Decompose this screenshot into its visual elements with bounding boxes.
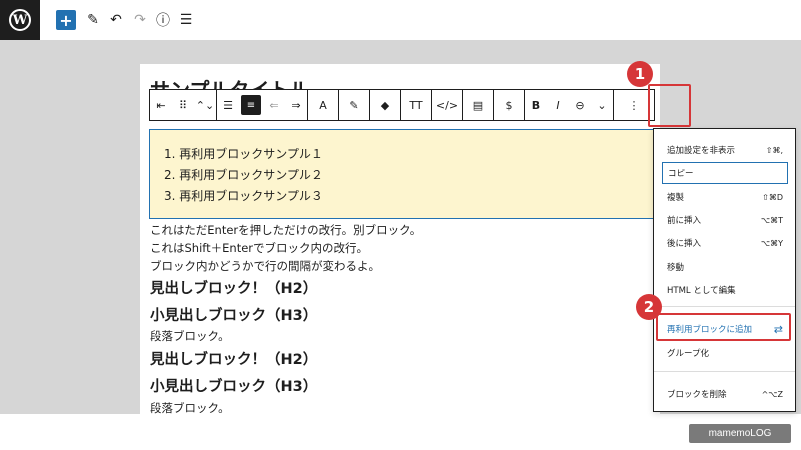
block-toolbar-group-list: ☰ ≡ ⇐ ⇒ bbox=[217, 90, 308, 120]
menu-item-edit-html[interactable]: HTML として編集 bbox=[662, 280, 788, 300]
dollar-icon[interactable]: $ bbox=[494, 90, 524, 120]
block-toolbar-group-code: </> bbox=[432, 90, 463, 120]
link-icon[interactable]: ⊖ bbox=[569, 90, 591, 120]
menu-item-label: グループ化 bbox=[667, 349, 709, 359]
wordpress-logo-mark: W bbox=[9, 9, 31, 31]
unordered-list-icon[interactable]: ☰ bbox=[217, 90, 239, 120]
menu-item-label: 移動 bbox=[667, 263, 685, 273]
menu-item-label: ブロックを削除 bbox=[667, 390, 727, 400]
menu-item-shortcut: ⇧⌘, bbox=[765, 145, 783, 155]
undo-icon[interactable]: ↶ bbox=[108, 9, 124, 31]
menu-divider bbox=[654, 371, 795, 372]
outdent-list-icon[interactable]: ⇐ bbox=[263, 90, 285, 120]
menu-item-shortcut: ⌥⌘Y bbox=[760, 238, 783, 248]
menu-item-label: 追加設定を非表示 bbox=[667, 146, 736, 156]
drag-handle-icon[interactable]: ⠿ bbox=[172, 90, 194, 120]
options-highlight bbox=[648, 84, 691, 127]
menu-item-move[interactable]: 移動 bbox=[662, 257, 788, 277]
more-options-icon[interactable]: ⋮ bbox=[623, 90, 645, 120]
menu-item-insert-before[interactable]: 前に挿入 ⌥⌘T bbox=[662, 210, 788, 230]
block-toolbar-group-doc: ▤ bbox=[463, 90, 494, 120]
text-size-icon[interactable]: TT bbox=[401, 90, 431, 120]
watermark: mamemoLOG bbox=[689, 424, 791, 443]
menu-item-shortcut: ^⌥Z bbox=[761, 389, 783, 399]
menu-item-duplicate[interactable]: 複製 ⇧⌘D bbox=[662, 187, 788, 207]
bold-icon[interactable]: B bbox=[525, 90, 547, 120]
tag-icon[interactable]: ◆ bbox=[370, 90, 400, 120]
top-toolbar: W + ✎ ↶ ↷ ⓘ ☰ bbox=[0, 0, 801, 40]
marker-icon[interactable]: ✎ bbox=[339, 90, 369, 120]
step-badge-1: 1 bbox=[627, 61, 653, 87]
menu-item-delete-block[interactable]: ブロックを削除 ^⌥Z bbox=[662, 384, 788, 404]
menu-item-label: HTML として編集 bbox=[667, 286, 736, 296]
list-item[interactable]: 1. 再利用ブロックサンプル１ bbox=[164, 144, 654, 165]
info-icon[interactable]: ⓘ bbox=[155, 9, 171, 31]
paragraph-line[interactable]: これはただEnterを押しただけの改行。別ブロック。 bbox=[150, 222, 421, 238]
heading-h3[interactable]: 小見出しブロック（H3） bbox=[150, 375, 317, 396]
menu-divider bbox=[654, 306, 795, 307]
menu-item-group[interactable]: グループ化 bbox=[662, 343, 788, 363]
font-size-icon[interactable]: A bbox=[308, 90, 338, 120]
block-options-menu: 追加設定を非表示 ⇧⌘, コピー 複製 ⇧⌘D 前に挿入 ⌥⌘T 後に挿入 ⌥⌘… bbox=[653, 128, 796, 412]
edit-icon[interactable]: ✎ bbox=[86, 9, 100, 31]
block-toolbar-group-dollar: $ bbox=[494, 90, 525, 120]
paragraph-line[interactable]: ブロック内かどうかで行の間隔が変わるよ。 bbox=[150, 258, 380, 274]
block-toolbar-group-tag: ◆ bbox=[370, 90, 401, 120]
block-toolbar-group-format: B I ⊖ ⌄ bbox=[525, 90, 614, 120]
wordpress-logo-icon[interactable]: W bbox=[0, 0, 40, 40]
menu-item-insert-after[interactable]: 後に挿入 ⌥⌘Y bbox=[662, 233, 788, 253]
redo-icon[interactable]: ↷ bbox=[132, 9, 148, 31]
step-badge-2: 2 bbox=[636, 294, 662, 320]
add-block-button[interactable]: + bbox=[56, 10, 76, 30]
block-toolbar: ⇤ ⠿ ⌃⌄ ☰ ≡ ⇐ ⇒ A ✎ ◆ TT </> ▤ $ B I ⊖ ⌄ … bbox=[149, 89, 655, 121]
menu-item-label: 複製 bbox=[667, 193, 685, 203]
heading-h2[interactable]: 見出しブロック！（H2） bbox=[150, 348, 317, 369]
list-block[interactable]: 1. 再利用ブロックサンプル１ 2. 再利用ブロックサンプル２ 3. 再利用ブロ… bbox=[149, 129, 655, 219]
heading-h2[interactable]: 見出しブロック！（H2） bbox=[150, 277, 317, 298]
menu-item-shortcut: ⇧⌘D bbox=[762, 192, 783, 202]
paragraph-block[interactable]: 段落ブロック。 bbox=[150, 400, 230, 416]
italic-icon[interactable]: I bbox=[547, 90, 569, 120]
block-toolbar-group-text: TT bbox=[401, 90, 432, 120]
menu-item-hide-settings[interactable]: 追加設定を非表示 ⇧⌘, bbox=[662, 140, 788, 160]
code-icon[interactable]: </> bbox=[432, 90, 462, 120]
document-icon[interactable]: ▤ bbox=[463, 90, 493, 120]
paragraph-line[interactable]: これはShift＋Enterでブロック内の改行。 bbox=[150, 240, 368, 256]
list-item[interactable]: 3. 再利用ブロックサンプル３ bbox=[164, 186, 654, 207]
heading-h3[interactable]: 小見出しブロック（H3） bbox=[150, 304, 317, 325]
indent-list-icon[interactable]: ⇒ bbox=[285, 90, 307, 120]
menu-item-label: 後に挿入 bbox=[667, 239, 702, 249]
chevron-down-icon[interactable]: ⌄ bbox=[591, 90, 613, 120]
reusable-highlight bbox=[656, 313, 791, 341]
menu-item-label: 前に挿入 bbox=[667, 216, 702, 226]
menu-item-shortcut: ⌥⌘T bbox=[760, 215, 783, 225]
paragraph-block[interactable]: 段落ブロック。 bbox=[150, 328, 230, 344]
list-item[interactable]: 2. 再利用ブロックサンプル２ bbox=[164, 165, 654, 186]
move-up-down-icon[interactable]: ⌃⌄ bbox=[194, 90, 216, 120]
list-view-icon[interactable]: ☰ bbox=[178, 9, 194, 31]
block-toolbar-group-marker: ✎ bbox=[339, 90, 370, 120]
block-toolbar-group-move: ⇤ ⠿ ⌃⌄ bbox=[150, 90, 217, 120]
menu-item-copy[interactable]: コピー bbox=[662, 162, 788, 184]
menu-item-label: コピー bbox=[668, 169, 694, 179]
ordered-list-icon[interactable]: ≡ bbox=[241, 95, 261, 115]
block-toolbar-group-font: A bbox=[308, 90, 339, 120]
outdent-icon[interactable]: ⇤ bbox=[150, 90, 172, 120]
